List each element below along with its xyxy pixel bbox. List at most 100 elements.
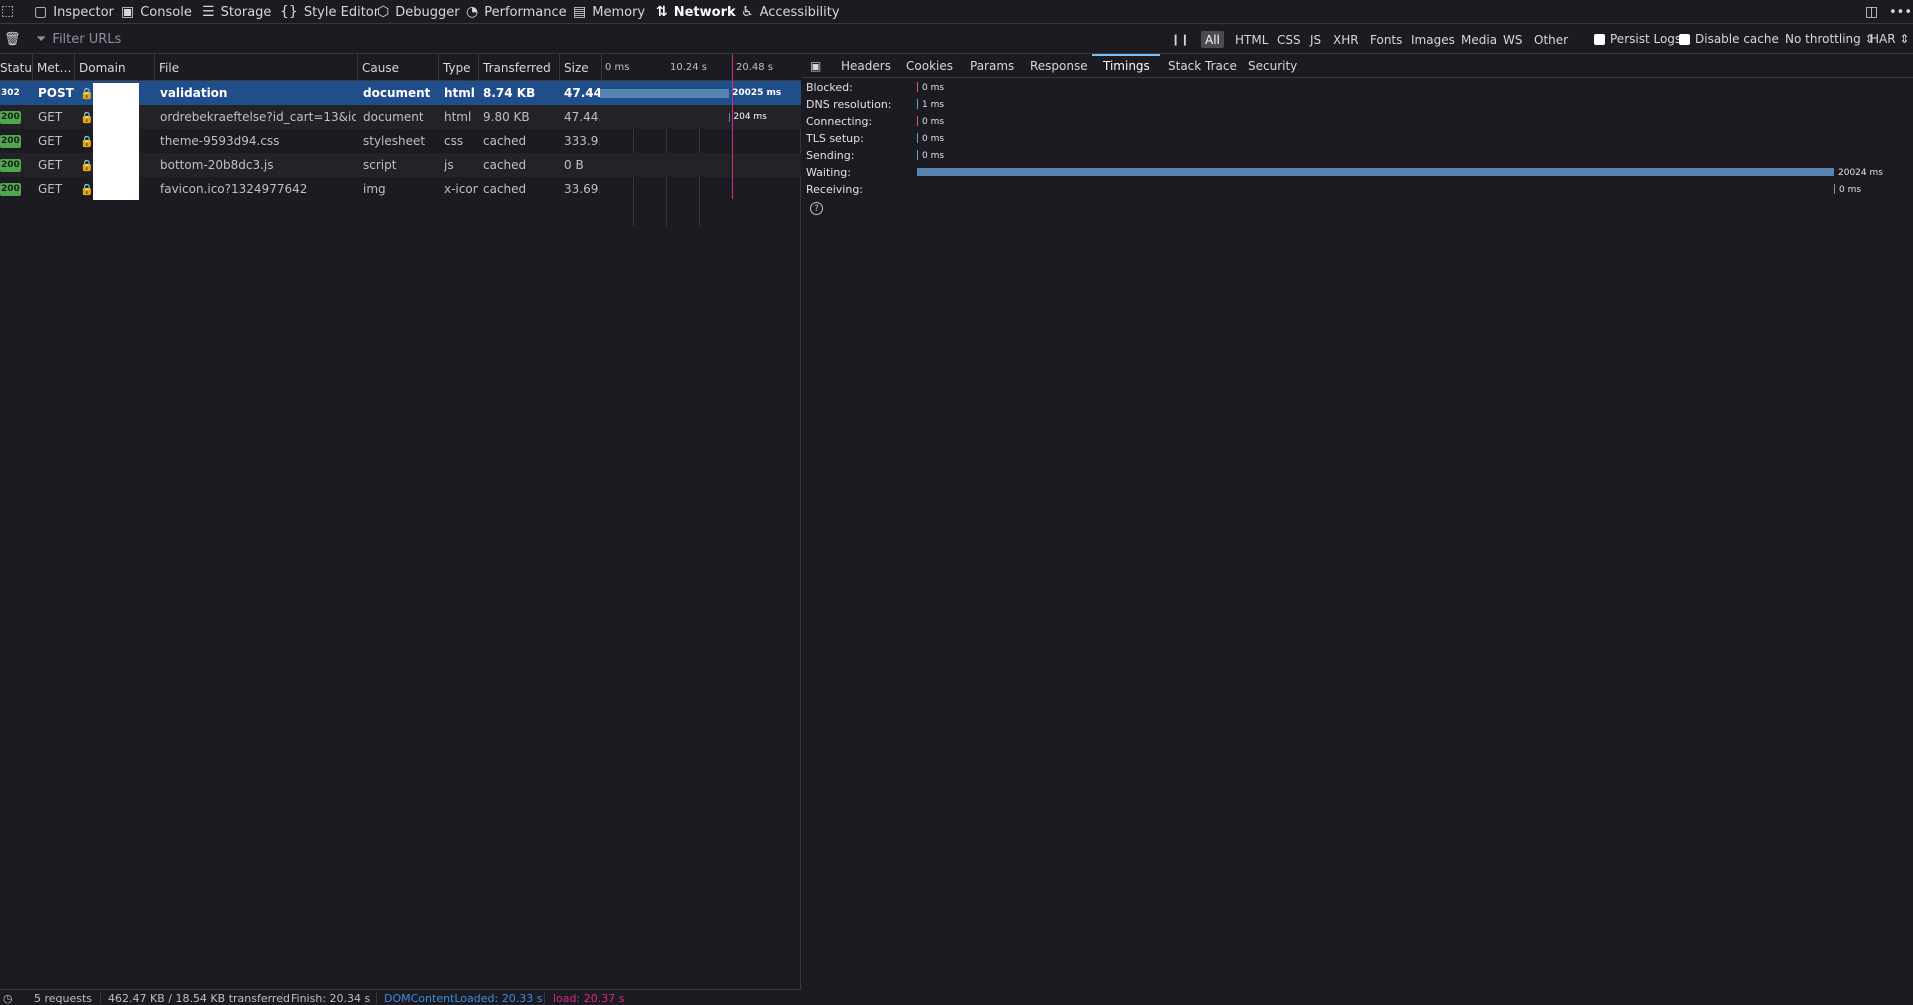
filter-xhr-button[interactable]: XHR [1329,31,1363,48]
tab-inspector-label: Inspector [53,4,114,20]
waterfall-bar [600,89,730,98]
method-cell: GET [38,182,63,196]
filter-other-button[interactable]: Other [1530,31,1572,48]
transferred-cell: 8.74 KB [483,86,536,100]
tab-params[interactable]: Params [970,54,1014,78]
tab-cookies[interactable]: Cookies [906,54,953,78]
waterfall-tick: 0 ms [605,62,630,73]
timing-label: TLS setup: [806,132,864,145]
tab-style-editor[interactable]: {} Style Editor [280,0,379,24]
status-badge: 200 [0,182,21,196]
tab-memory-label: Memory [592,4,646,20]
file-cell: validation [160,86,228,100]
type-cell: css [444,134,464,148]
clear-requests-button[interactable]: 🗑 [4,24,21,54]
persist-logs-checkbox[interactable]: Persist Logs [1594,24,1681,54]
column-status[interactable]: Status [0,54,33,81]
performance-analysis-icon[interactable]: ◷ [3,990,13,1005]
column-cause[interactable]: Cause [358,54,439,81]
tab-debugger[interactable]: ⬡ Debugger [377,0,460,24]
column-file[interactable]: File [155,54,358,81]
type-cell: x-icon [444,182,478,196]
tab-performance[interactable]: ◔ Performance [466,0,567,24]
tab-console[interactable]: ▣ Console [121,0,192,24]
accessibility-icon: ♿ [741,4,754,20]
waterfall-bar [729,113,731,122]
debugger-icon: ⬡ [377,4,390,20]
lock-icon: 🔒 [80,134,94,148]
more-options-button[interactable]: ••• [1889,0,1912,24]
har-menu[interactable]: HAR ⇕ [1870,24,1909,54]
timing-value: 0 ms [1839,184,1862,195]
timing-label: Waiting: [806,166,851,179]
method-cell: GET [38,110,63,124]
tab-response[interactable]: Response [1030,54,1088,78]
help-icon[interactable]: ? [810,202,823,215]
filter-all-button[interactable]: All [1201,31,1224,48]
timing-tick [1834,184,1835,194]
disable-cache-checkbox[interactable]: Disable cache [1679,24,1779,54]
element-picker-icon[interactable]: ⬚ [1,3,14,19]
timing-tick [917,133,919,143]
pause-button[interactable]: ❙❙ [1171,24,1189,54]
column-size[interactable]: Size [560,54,602,81]
timing-bar [917,168,1834,176]
type-cell: html [444,110,472,124]
network-icon: ⇅ [656,4,668,20]
timing-label: DNS resolution: [806,98,892,111]
finish-time: Finish: 20.34 s [291,991,371,1005]
tab-stack-trace[interactable]: Stack Trace [1168,54,1237,78]
column-domain[interactable]: Domain [75,54,155,81]
status-badge: 302 [1,87,20,98]
timing-value: 0 ms [922,150,945,161]
tab-accessibility[interactable]: ♿ Accessibility [741,0,840,24]
filter-html-button[interactable]: HTML [1231,31,1272,48]
tab-debugger-label: Debugger [395,4,460,20]
filter-ws-button[interactable]: WS [1499,31,1526,48]
status-separator [544,992,545,1004]
tab-headers[interactable]: Headers [841,54,891,78]
filter-css-button[interactable]: CSS [1273,31,1305,48]
request-list: Status Met… Domain File Cause Type Trans… [0,54,801,989]
status-separator [100,992,101,1004]
lock-icon: 🔒 [80,86,94,100]
filter-icon: ⏷ [36,31,47,47]
devtools-toolbar: ⬚ ▢ Inspector ▣ Console ☰ Storage {} Sty… [0,0,1913,24]
dock-options-button[interactable]: ◫ [1865,0,1878,24]
tab-accessibility-label: Accessibility [759,4,840,20]
sidebar-toggle-icon: ▣ [810,59,822,73]
har-label: HAR ⇕ [1870,32,1910,46]
throttling-select[interactable]: No throttling ⇕ [1785,24,1875,54]
transferred-cell: cached [483,182,527,196]
lock-icon: 🔒 [80,158,94,172]
tab-storage[interactable]: ☰ Storage [202,0,271,24]
lock-icon: 🔒 [80,110,94,124]
console-icon: ▣ [121,4,135,20]
size-cell: 0 B [564,158,584,172]
column-transferred[interactable]: Transferred [479,54,560,81]
status-cell: 200 [0,105,32,129]
filter-images-button[interactable]: Images [1407,31,1459,48]
tab-memory[interactable]: ▤ Memory [573,0,645,24]
tab-network[interactable]: ⇅ Network [656,0,736,24]
transferred-cell: cached [483,134,527,148]
request-list-header: Status Met… Domain File Cause Type Trans… [0,54,801,81]
timing-label: Receiving: [806,183,864,196]
column-method[interactable]: Met… [33,54,75,81]
filter-fonts-button[interactable]: Fonts [1366,31,1406,48]
filter-media-button[interactable]: Media [1457,31,1501,48]
timing-tick [917,99,918,109]
status-cell: 200 [0,177,32,201]
tab-network-label: Network [673,4,736,20]
storage-icon: ☰ [202,4,215,20]
toggle-sidebar-button[interactable]: ▣ [810,54,821,78]
tab-timings[interactable]: Timings [1103,54,1150,78]
column-type[interactable]: Type [439,54,479,81]
tab-security[interactable]: Security [1248,54,1297,78]
timing-value: 0 ms [922,133,945,144]
size-cell: 47.44… [564,86,600,100]
tab-inspector[interactable]: ▢ Inspector [34,0,114,24]
filter-js-button[interactable]: JS [1306,31,1325,48]
type-cell: js [444,158,454,172]
filter-urls-input[interactable]: ⏷ Filter URLs [36,24,1156,54]
